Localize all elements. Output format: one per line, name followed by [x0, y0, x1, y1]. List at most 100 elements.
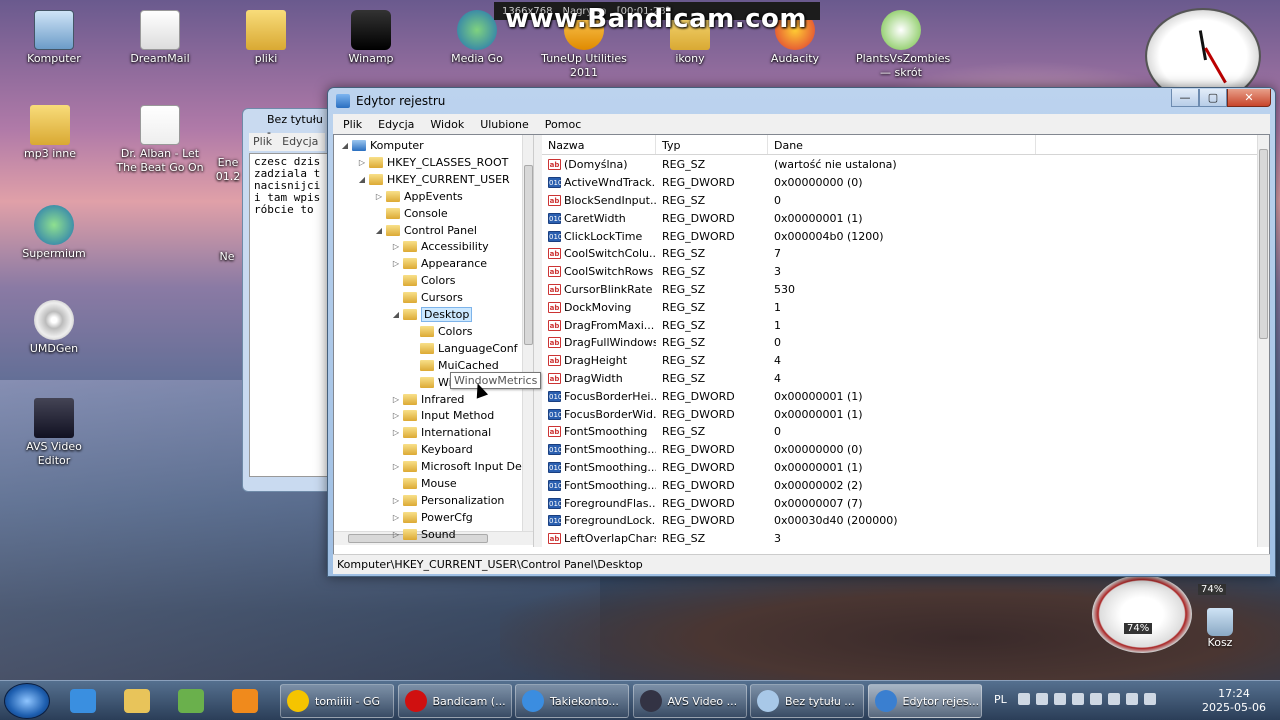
tree-node[interactable]: ◢ Control Panel — [374, 222, 477, 239]
tree-node[interactable]: ▷ Input Method — [391, 407, 494, 424]
language-indicator[interactable]: PL — [994, 693, 1007, 706]
expand-arrow-icon[interactable]: ▷ — [374, 192, 384, 201]
bluetooth-icon[interactable] — [1072, 693, 1084, 705]
tree-node[interactable]: Console — [374, 205, 448, 222]
start-button[interactable] — [4, 683, 50, 719]
security-icon[interactable] — [1054, 693, 1066, 705]
expand-arrow-icon[interactable]: ▷ — [391, 513, 401, 522]
expand-arrow-icon[interactable]: ◢ — [340, 141, 350, 150]
menu-help[interactable]: Pomoc — [537, 118, 589, 131]
tree-node[interactable]: ▷ Accessibility — [391, 238, 489, 255]
value-row[interactable]: ab CursorBlinkRate REG_SZ 530 — [542, 281, 1257, 299]
value-row[interactable]: ab DragFromMaxi... REG_SZ 1 — [542, 316, 1257, 334]
tree-node[interactable]: LanguageConf — [408, 340, 518, 357]
menu-edit[interactable]: Edycja — [370, 118, 422, 131]
expand-arrow-icon[interactable]: ▷ — [391, 259, 401, 268]
maximize-button[interactable]: ▢ — [1199, 89, 1227, 107]
value-row[interactable]: ab DragHeight REG_SZ 4 — [542, 352, 1257, 370]
expand-arrow-icon[interactable]: ◢ — [391, 310, 401, 319]
expand-arrow-icon[interactable]: ◢ — [374, 226, 384, 235]
value-row[interactable]: 010 ForegroundFlas... REG_DWORD 0x00000007 … — [542, 494, 1257, 512]
value-row[interactable]: ab FontSmoothing REG_SZ 0 — [542, 423, 1257, 441]
pinned-media-player[interactable] — [224, 685, 266, 717]
desktop-icon[interactable]: UMDGen — [9, 300, 99, 356]
notepad-window[interactable]: Bez tytułu - Plik Edycja czesc dzis zadz… — [242, 108, 332, 492]
value-row[interactable]: ab DockMoving REG_SZ 1 — [542, 298, 1257, 316]
value-row[interactable]: ab LeftOverlapChars REG_SZ 3 — [542, 530, 1257, 547]
tree-node[interactable]: Colors — [408, 323, 472, 340]
value-row[interactable]: ab BlockSendInput... REG_SZ 0 — [542, 192, 1257, 210]
desktop-icon[interactable]: Komputer — [9, 10, 99, 66]
network-icon[interactable] — [1108, 693, 1120, 705]
expand-arrow-icon[interactable]: ▷ — [391, 395, 401, 404]
power-icon[interactable] — [1144, 693, 1156, 705]
tree-node[interactable]: ▷ HKEY_CLASSES_ROOT — [357, 154, 508, 171]
menu-favorites[interactable]: Ulubione — [472, 118, 537, 131]
desktop-icon[interactable]: Winamp — [326, 10, 416, 66]
registry-values-list[interactable]: Nazwa Typ Dane ab (Domyślna) REG_SZ (wartoś… — [542, 135, 1269, 547]
tree-node[interactable]: Colors — [391, 272, 455, 289]
taskbar-button[interactable]: Bandicam (... — [397, 684, 512, 718]
expand-arrow-icon[interactable]: ▷ — [391, 496, 401, 505]
tree-node[interactable]: ▷ Personalization — [391, 492, 504, 509]
expand-arrow-icon[interactable]: ▷ — [357, 158, 367, 167]
expand-arrow-icon[interactable]: ▷ — [391, 462, 401, 471]
notepad-title[interactable]: Bez tytułu - — [243, 109, 331, 139]
expand-arrow-icon[interactable]: ▷ — [391, 428, 401, 437]
tree-node[interactable]: ◢ Komputer — [340, 137, 424, 154]
value-row[interactable]: 010 FontSmoothing... REG_DWORD 0x00000002 (… — [542, 476, 1257, 494]
expand-arrow-icon[interactable]: ▷ — [391, 530, 401, 539]
value-row[interactable]: 010 CaretWidth REG_DWORD 0x00000001 (1) — [542, 209, 1257, 227]
regedit-titlebar[interactable]: Edytor rejestru — [328, 88, 1275, 114]
value-row[interactable]: 010 ActiveWndTrack... REG_DWORD 0x00000000 … — [542, 174, 1257, 192]
tree-node[interactable]: ▷ Infrared — [391, 391, 464, 408]
values-scroll-thumb[interactable] — [1259, 149, 1268, 339]
menu-view[interactable]: Widok — [422, 118, 472, 131]
taskbar-button[interactable]: Takiekonto... — [515, 684, 629, 718]
desktop-icon[interactable]: Supermium — [9, 205, 99, 261]
desktop-icon[interactable]: AVS Video Editor — [9, 398, 99, 468]
taskbar-button[interactable]: AVS Video ... — [632, 684, 747, 718]
flag-icon[interactable] — [1126, 693, 1138, 705]
taskbar-button[interactable]: tomiiiii - GG — [280, 684, 394, 718]
desktop-icon[interactable]: pliki — [221, 10, 311, 66]
value-row[interactable]: 010 ClickLockTime REG_DWORD 0x000004b0 (120… — [542, 227, 1257, 245]
registry-editor-window[interactable]: Edytor rejestru — ▢ ✕ Plik Edycja Widok … — [327, 87, 1276, 577]
expand-arrow-icon[interactable]: ◢ — [357, 175, 367, 184]
memory-meter-gadget[interactable]: 74% — [1188, 580, 1248, 610]
value-row[interactable]: 010 FocusBorderHei... REG_DWORD 0x00000001 … — [542, 387, 1257, 405]
tree-node[interactable]: Cursors — [391, 289, 463, 306]
close-button[interactable]: ✕ — [1227, 89, 1271, 107]
tree-node[interactable]: Keyboard — [391, 441, 473, 458]
expand-arrow-icon[interactable]: ▷ — [391, 242, 401, 251]
value-row[interactable]: 010 FontSmoothing... REG_DWORD 0x00000001 (… — [542, 459, 1257, 477]
cpu-meter-gadget[interactable]: 74% — [1092, 575, 1192, 653]
tree-node[interactable]: ▷ Sound — [391, 526, 456, 543]
tree-node[interactable]: ▷ Appearance — [391, 255, 487, 272]
desktop-icon[interactable]: Dr. Alban - Let The Beat Go On — [115, 105, 205, 175]
column-header-data[interactable]: Dane — [768, 135, 1036, 154]
pinned-people[interactable] — [170, 685, 212, 717]
notepad-menu-file[interactable]: Plik — [253, 135, 272, 149]
value-row[interactable]: 010 ForegroundLock... REG_DWORD 0x00030d40 … — [542, 512, 1257, 530]
taskbar-button[interactable]: Bez tytułu ... — [750, 684, 864, 718]
tree-node[interactable]: ▷ International — [391, 424, 491, 441]
column-header-type[interactable]: Typ — [656, 135, 768, 154]
registry-key-tree[interactable]: ◢ Komputer ▷ HKEY_CLASSES_ROOT ◢ HKEY_CURRENT… — [334, 135, 534, 547]
taskbar-clock[interactable]: 17:24 2025-05-06 — [1202, 687, 1266, 715]
values-vertical-scrollbar[interactable] — [1257, 135, 1269, 547]
value-row[interactable]: ab (Domyślna) REG_SZ (wartość nie ustalona) — [542, 156, 1257, 174]
value-row[interactable]: ab DragWidth REG_SZ 4 — [542, 370, 1257, 388]
tree-node[interactable]: Mouse — [391, 475, 457, 492]
value-row[interactable]: 010 FontSmoothing... REG_DWORD 0x00000000 (… — [542, 441, 1257, 459]
value-row[interactable]: ab DragFullWindows REG_SZ 0 — [542, 334, 1257, 352]
tree-node[interactable]: ▷ Microsoft Input De — [391, 458, 522, 475]
expand-arrow-icon[interactable]: ▷ — [391, 411, 401, 420]
recycle-bin-icon[interactable]: Kosz — [1198, 608, 1242, 649]
tree-node[interactable]: ▷ AppEvents — [374, 188, 463, 205]
taskbar-button[interactable]: Edytor rejes... — [867, 684, 982, 718]
desktop-icon[interactable]: DreamMail — [115, 10, 205, 66]
tree-vertical-scrollbar[interactable] — [522, 135, 533, 531]
value-row[interactable]: ab CoolSwitchRows REG_SZ 3 — [542, 263, 1257, 281]
pinned-ie[interactable] — [62, 685, 104, 717]
